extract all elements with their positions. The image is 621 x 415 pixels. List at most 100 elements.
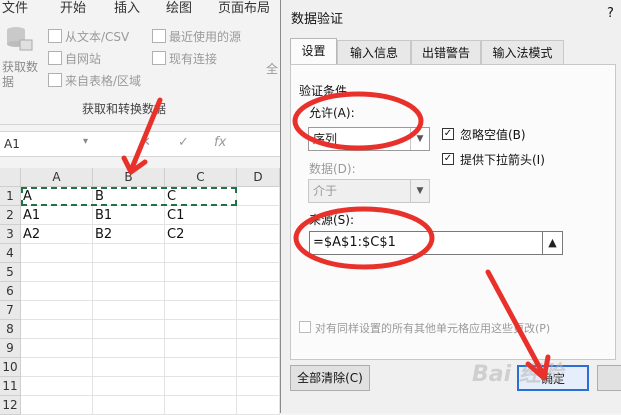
cell[interactable]: B1 <box>93 206 165 225</box>
row-header[interactable]: 7 <box>0 301 21 320</box>
cell[interactable] <box>237 263 280 282</box>
clear-all-button[interactable]: 全部清除(C) <box>290 365 370 391</box>
cell[interactable] <box>237 396 280 415</box>
cell[interactable] <box>93 358 165 377</box>
tab-input-message[interactable]: 输入信息 <box>337 40 411 64</box>
data-select[interactable]: 介于 ▼ <box>308 179 430 203</box>
cell[interactable] <box>21 396 93 415</box>
cell[interactable] <box>237 206 280 225</box>
insert-function-icon[interactable]: fx <box>214 135 226 150</box>
ignore-blank-checkbox[interactable]: ✓ <box>442 128 454 140</box>
cell[interactable] <box>237 320 280 339</box>
recent-sources-button[interactable]: 最近使用的源 <box>152 28 241 45</box>
row-header[interactable]: 1 <box>0 187 21 206</box>
cancel-button-partial[interactable] <box>597 365 621 391</box>
column-header-c[interactable]: C <box>165 168 237 187</box>
column-header-a[interactable]: A <box>21 168 93 187</box>
cell[interactable] <box>93 377 165 396</box>
cell[interactable] <box>21 244 93 263</box>
cell[interactable] <box>21 339 93 358</box>
cell[interactable]: A1 <box>21 206 93 225</box>
apply-all-checkbox[interactable] <box>299 321 311 333</box>
cell[interactable] <box>165 377 237 396</box>
cell[interactable] <box>93 301 165 320</box>
get-data-button[interactable]: 获取数 据 <box>2 60 38 90</box>
cell[interactable] <box>93 282 165 301</box>
dialog-title: 数据验证 <box>291 12 344 27</box>
cell[interactable] <box>93 320 165 339</box>
row-header[interactable]: 12 <box>0 396 21 415</box>
cancel-icon[interactable]: ✕ <box>140 135 151 150</box>
cell[interactable]: C2 <box>165 225 237 244</box>
row-header[interactable]: 6 <box>0 282 21 301</box>
cell[interactable] <box>165 301 237 320</box>
tab-settings[interactable]: 设置 <box>290 38 337 65</box>
from-text-csv-button[interactable]: 从文本/CSV <box>48 28 129 45</box>
data-validation-dialog: 数据验证 ? 设置 输入信息 出错警告 输入法模式 验证条件 允许(A): 序列… <box>280 0 621 413</box>
tab-error-alert[interactable]: 出错警告 <box>411 40 481 64</box>
apply-all-label: 对有同样设置的所有其他单元格应用这些更改(P) <box>315 322 551 335</box>
dropdown-arrow-label: 提供下拉箭头(I) <box>460 153 545 167</box>
dropdown-arrow-checkbox[interactable]: ✓ <box>442 153 454 165</box>
cell[interactable] <box>165 339 237 358</box>
cell[interactable] <box>93 339 165 358</box>
cell[interactable] <box>237 225 280 244</box>
row-header[interactable]: 2 <box>0 206 21 225</box>
cell[interactable] <box>237 358 280 377</box>
cell[interactable] <box>165 263 237 282</box>
column-header-b[interactable]: B <box>93 168 165 187</box>
cell[interactable] <box>21 320 93 339</box>
cell[interactable]: C1 <box>165 206 237 225</box>
row-header[interactable]: 5 <box>0 263 21 282</box>
from-web-button[interactable]: 自网站 <box>48 50 101 67</box>
formula-bar: A1 ▾ ✕ ✓ fx <box>0 131 280 157</box>
allow-select[interactable]: 序列 ▼ <box>308 127 430 151</box>
name-box[interactable]: A1 <box>4 137 20 151</box>
cell[interactable]: A2 <box>21 225 93 244</box>
cell[interactable] <box>165 320 237 339</box>
cell[interactable] <box>237 377 280 396</box>
chevron-down-icon: ▼ <box>410 180 429 202</box>
enter-icon[interactable]: ✓ <box>178 135 189 150</box>
row-header[interactable]: 3 <box>0 225 21 244</box>
cell[interactable] <box>165 282 237 301</box>
column-header-d[interactable]: D <box>237 168 280 187</box>
select-all-corner[interactable] <box>0 168 21 187</box>
existing-connections-button[interactable]: 现有连接 <box>152 50 217 67</box>
cell[interactable] <box>93 263 165 282</box>
row-header[interactable]: 10 <box>0 358 21 377</box>
chevron-down-icon[interactable]: ▾ <box>83 136 88 147</box>
row-header[interactable]: 11 <box>0 377 21 396</box>
cell[interactable] <box>93 396 165 415</box>
cell[interactable] <box>21 377 93 396</box>
help-button[interactable]: ? <box>607 6 614 21</box>
cell[interactable] <box>237 339 280 358</box>
cell[interactable] <box>165 396 237 415</box>
ignore-blank-label: 忽略空值(B) <box>460 128 526 142</box>
cell[interactable] <box>21 358 93 377</box>
cell[interactable] <box>21 301 93 320</box>
cell[interactable] <box>237 244 280 263</box>
database-icon <box>4 24 38 52</box>
cell[interactable] <box>237 187 280 206</box>
tab-ime-mode[interactable]: 输入法模式 <box>481 40 564 64</box>
source-input[interactable]: =$A$1:$C$1 <box>309 231 543 255</box>
spreadsheet-grid: A B C D 1 2 3 4 5 6 7 8 9 10 11 12 A B C A1… <box>0 168 280 415</box>
cell[interactable] <box>21 263 93 282</box>
cell[interactable] <box>93 244 165 263</box>
refresh-all-partial[interactable]: 全 <box>266 60 278 77</box>
source-label: 来源(S): <box>309 213 355 227</box>
cell[interactable]: B2 <box>93 225 165 244</box>
collapse-dialog-icon[interactable]: ▲ <box>543 231 563 255</box>
row-header[interactable]: 8 <box>0 320 21 339</box>
row-header[interactable]: 4 <box>0 244 21 263</box>
from-table-range-button[interactable]: 来自表格/区域 <box>48 72 141 89</box>
cell[interactable] <box>165 244 237 263</box>
cell[interactable] <box>237 301 280 320</box>
connection-icon <box>152 51 166 65</box>
row-header[interactable]: 9 <box>0 339 21 358</box>
cell[interactable] <box>165 358 237 377</box>
copy-marquee <box>21 187 237 206</box>
cell[interactable] <box>237 282 280 301</box>
cell[interactable] <box>21 282 93 301</box>
